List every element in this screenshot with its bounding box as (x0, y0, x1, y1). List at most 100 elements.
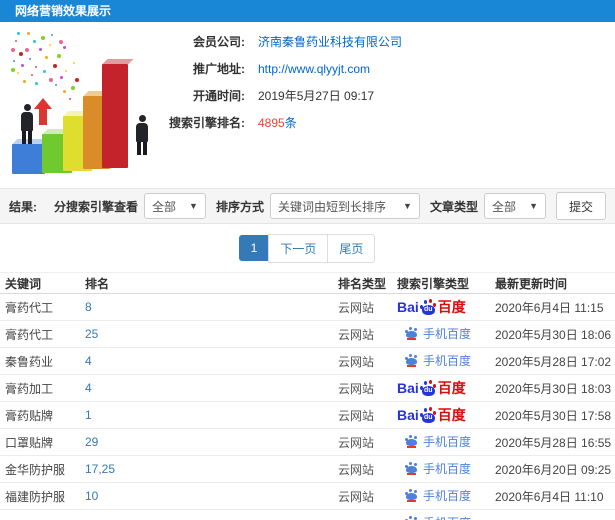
result-label: 结果: (9, 199, 37, 214)
promotion-url-row: 推广地址: http://www.qlyyjt.com (155, 60, 615, 77)
rank-type-cell: 云网站 (338, 489, 375, 504)
header-rank: 排名 (85, 276, 110, 291)
header-keyword: 关键词 (5, 276, 42, 291)
results-table: 关键词 排名 排名类型 搜索引擎类型 最新更新时间 膏药代工 8 云网站 Bai… (0, 272, 615, 520)
table-row: 膏药代工 25 云网站 Bai du 百度 手机百度 2020年5月30日 18… (0, 321, 615, 348)
rank-link[interactable]: 29 (85, 435, 338, 449)
engine-type-cell: Bai du 百度 手机百度 (397, 325, 495, 344)
engine-type-cell: Bai du 百度 手机百度 (397, 378, 495, 398)
baidu-logo: Bai du 百度 (397, 378, 466, 398)
rank-count-number: 4895 (258, 116, 285, 130)
promotion-url-link[interactable]: http://www.qlyyjt.com (258, 62, 370, 76)
member-company-label: 会员公司: (193, 35, 245, 49)
baidu-paw-icon: du (419, 299, 437, 315)
mobile-baidu-label: 手机百度 (423, 488, 472, 503)
baidu-logo-du-text: du (421, 305, 435, 315)
mobile-baidu-label: 手机百度 (423, 434, 472, 449)
rank-type-cell: 云网站 (338, 354, 375, 369)
dropdown-arrow-icon: ▼ (189, 201, 198, 211)
submit-button[interactable]: 提交 (555, 192, 606, 220)
rank-type-cell: 云网站 (338, 435, 375, 450)
member-company-row: 会员公司: 济南秦鲁药业科技有限公司 (155, 33, 615, 50)
open-time-label: 开通时间: (193, 89, 245, 103)
mobile-baidu-label: 手机百度 (423, 326, 472, 341)
table-row: 膏药加工 4 云网站 Bai du 百度 手机百度 2020年5月30日 18:… (0, 375, 615, 402)
engine-type-cell: Bai du 百度 手机百度 (397, 460, 495, 479)
update-time-cell: 2020年5月30日 18:03 (495, 381, 612, 396)
engine-view-select[interactable]: 全部 ▼ (143, 193, 206, 219)
keyword-cell: 口罩贴牌 (5, 435, 54, 450)
mobile-baidu-paw-icon (405, 353, 419, 368)
chart-bar-red (102, 64, 128, 168)
baidu-logo-bai-text: Bai (397, 380, 419, 396)
page-1-button[interactable]: 1 (238, 235, 270, 261)
mobile-baidu-badge: 手机百度 (405, 514, 471, 520)
keyword-cell: 膏药加工 (5, 381, 54, 396)
keyword-cell: 福建防护服 (5, 489, 66, 504)
keyword-cell: 膏药贴牌 (5, 408, 54, 423)
rank-link[interactable]: 17,25 (85, 462, 338, 476)
sort-select[interactable]: 关键词由短到长排序 ▼ (269, 193, 420, 219)
engine-rank-row: 搜索引擎排名: 4895条 (155, 114, 615, 131)
update-time-cell: 2020年6月4日 11:15 (495, 300, 604, 315)
rank-type-cell: 云网站 (338, 300, 375, 315)
update-time-cell: 2020年6月4日 11:10 (495, 489, 604, 504)
baidu-logo: Bai du 百度 (397, 405, 466, 425)
open-time-row: 开通时间: 2019年5月27日 09:17 (155, 87, 615, 104)
engine-rank-count-link[interactable]: 4895条 (258, 114, 297, 131)
rank-link[interactable]: 25 (85, 327, 338, 341)
engine-type-cell: Bai du 百度 手机百度 (397, 487, 495, 506)
mobile-baidu-paw-icon (405, 326, 419, 341)
keyword-cell: 秦鲁药业 (5, 354, 54, 369)
mobile-baidu-label: 手机百度 (423, 353, 472, 368)
table-body: 膏药代工 8 云网站 Bai du 百度 手机百度 2020年6月4日 11:1… (0, 294, 615, 520)
dropdown-arrow-icon: ▼ (403, 201, 412, 211)
table-row: 金华防护服 17,25 云网站 Bai du 百度 手机百度 2020年6月20… (0, 456, 615, 483)
engine-rank-label: 搜索引擎排名: (169, 116, 245, 130)
page-title: 网络营销效果展示 (0, 0, 615, 22)
article-type-select[interactable]: 全部 ▼ (483, 193, 546, 219)
keyword-cell: 膏药代工 (5, 327, 54, 342)
next-page-button[interactable]: 下一页 (268, 233, 329, 263)
engine-type-cell: Bai du 百度 手机百度 (397, 352, 495, 371)
mobile-baidu-label: 手机百度 (423, 514, 471, 520)
chart-bar-blue (12, 144, 45, 174)
mobile-baidu-label: 手机百度 (423, 461, 472, 476)
rank-link[interactable]: 4 (85, 381, 338, 395)
baidu-logo-bai-text: Bai (397, 407, 419, 423)
member-company-link[interactable]: 济南秦鲁药业科技有限公司 (258, 33, 402, 50)
table-row: 秦鲁药业 4 云网站 Bai du 百度 手机百度 2020年5月28日 17:… (0, 348, 615, 375)
mobile-baidu-badge: 手机百度 (405, 487, 471, 504)
rank-link[interactable]: 8 (85, 300, 338, 314)
rank-type-cell: 云网站 (338, 462, 375, 477)
engine-view-label: 分搜索引擎查看 (53, 199, 138, 214)
baidu-paw-icon: du (419, 407, 437, 423)
baidu-logo: Bai du 百度 (397, 297, 466, 317)
baidu-logo-du-text: du (421, 413, 435, 423)
mobile-baidu-badge: 手机百度 (405, 352, 471, 369)
update-time-cell: 2020年6月20日 09:25 (495, 462, 612, 477)
table-row: 膏药代工 8 云网站 Bai du 百度 手机百度 2020年6月4日 11:1… (0, 294, 615, 321)
mobile-baidu-paw-icon (405, 434, 419, 449)
baidu-paw-icon: du (419, 380, 437, 396)
engine-type-cell: Bai du 百度 手机百度 (397, 297, 495, 317)
company-info-section: 会员公司: 济南秦鲁药业科技有限公司 推广地址: http://www.qlyy… (0, 22, 615, 188)
mobile-baidu-paw-icon (405, 488, 419, 503)
sort-selected-value: 关键词由短到长排序 (277, 199, 386, 214)
baidu-logo-cn-text: 百度 (437, 407, 466, 423)
baidu-logo-cn-text: 百度 (437, 380, 466, 396)
engine-type-cell: Bai du 百度 手机百度 (397, 433, 495, 452)
mobile-baidu-badge: 手机百度 (405, 325, 471, 342)
rank-link[interactable]: 10 (85, 489, 338, 503)
keyword-cell: 膏药代工 (5, 300, 54, 315)
update-time-cell: 2020年5月28日 17:02 (495, 354, 612, 369)
last-page-button[interactable]: 尾页 (327, 233, 376, 263)
baidu-logo-du-text: du (421, 386, 435, 396)
rank-link[interactable]: 4 (85, 354, 338, 368)
open-time-value: 2019年5月27日 09:17 (258, 89, 375, 103)
table-row: 福建防护服 10 云网站 Bai du 百度 手机百度 2020年6月4日 11… (0, 483, 615, 510)
rank-type-cell: 云网站 (338, 381, 375, 396)
rank-link[interactable]: 1 (85, 408, 338, 422)
article-type-label: 文章类型 (429, 199, 478, 214)
header-update-time: 最新更新时间 (495, 276, 568, 291)
